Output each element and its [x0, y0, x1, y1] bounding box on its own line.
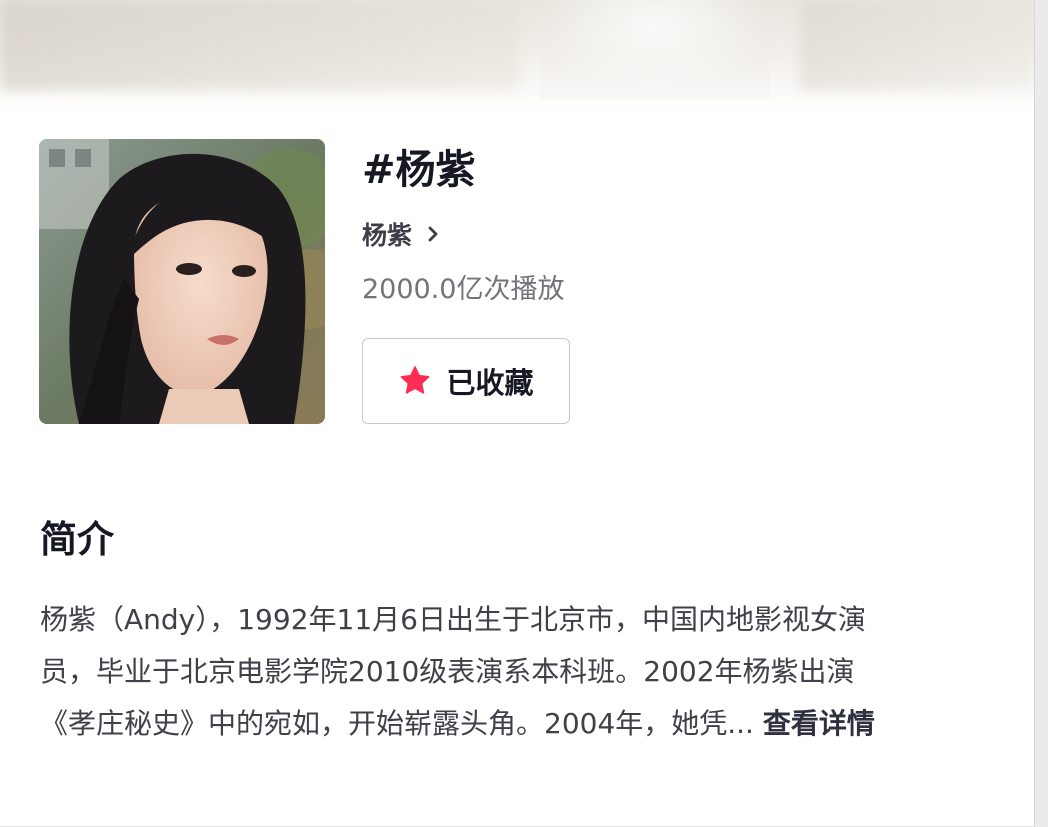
scrollbar[interactable]	[1034, 0, 1048, 827]
favorite-button-label: 已收藏	[446, 366, 534, 400]
header-background-image	[0, 0, 1034, 110]
intro-line: 员，毕业于北京电影学院2010级表演系本科班。2002年杨紫出演	[40, 655, 855, 688]
intro-heading: 简介	[40, 518, 114, 561]
author-link[interactable]: 杨紫	[362, 214, 442, 254]
intro-line: 杨紫（Andy），1992年11月6日出生于北京市，中国内地影视女演	[40, 603, 866, 636]
intro-line: 《孝庄秘史》中的宛如，开始崭露头角。2004年，她凭... 查看详情	[40, 698, 1015, 750]
star-filled-icon	[401, 366, 430, 394]
intro-text: 杨紫（Andy），1992年11月6日出生于北京市，中国内地影视女演 员，毕业于…	[40, 594, 1015, 750]
chevron-right-icon	[428, 226, 438, 242]
topic-title: #杨紫	[362, 147, 476, 193]
see-more-link[interactable]: 查看详情	[763, 707, 875, 740]
topic-cover-image	[39, 139, 325, 424]
intro-line-text: 《孝庄秘史》中的宛如，开始崭露头角。2004年，她凭...	[40, 707, 754, 740]
author-name: 杨紫	[362, 221, 413, 250]
play-count: 2000.0亿次播放	[362, 274, 565, 305]
favorite-button[interactable]: 已收藏	[362, 338, 570, 424]
